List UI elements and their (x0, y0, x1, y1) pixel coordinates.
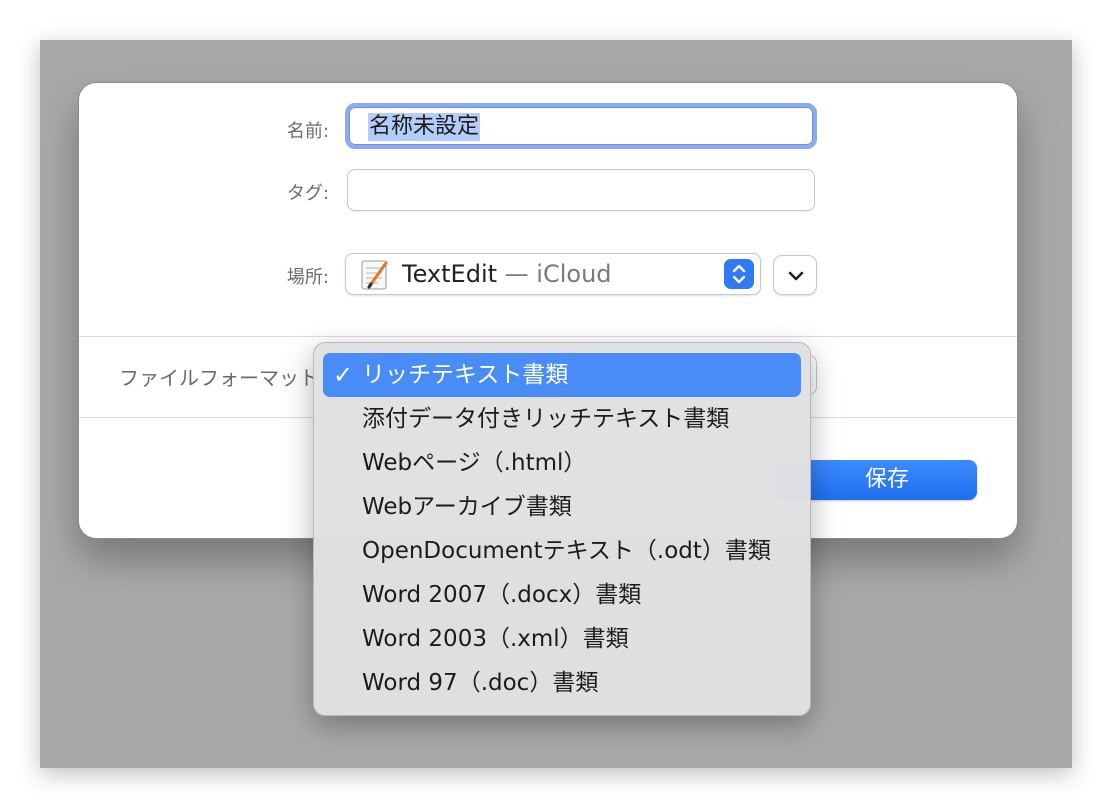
menu-item-html[interactable]: Webページ（.html） (323, 441, 801, 485)
file-format-label: ファイルフォーマット: (119, 366, 319, 390)
menu-item-label: Word 2003（.xml）書類 (362, 626, 629, 652)
file-format-menu: ✓ リッチテキスト書類 添付データ付きリッチテキスト書類 Webページ（.htm… (313, 342, 811, 716)
where-popup[interactable]: TextEdit — iCloud (345, 253, 761, 295)
menu-item-label: Word 2007（.docx）書類 (362, 582, 642, 608)
name-input-value: 名称未設定 (368, 113, 481, 141)
menu-item-odt[interactable]: OpenDocumentテキスト（.odt）書類 (323, 529, 801, 573)
menu-item-label: Webページ（.html） (362, 450, 587, 476)
tags-label: タグ: (286, 183, 329, 204)
menu-item-rtf[interactable]: ✓ リッチテキスト書類 (323, 353, 801, 397)
textedit-document-icon (361, 260, 388, 290)
menu-item-docx[interactable]: Word 2007（.docx）書類 (323, 573, 801, 617)
where-location: — iCloud (504, 260, 612, 288)
menu-item-label: リッチテキスト書類 (362, 362, 569, 388)
menu-item-doc[interactable]: Word 97（.doc）書類 (323, 661, 801, 705)
expand-dialog-button[interactable] (773, 255, 817, 295)
menu-item-rtfd[interactable]: 添付データ付きリッチテキスト書類 (323, 397, 801, 441)
name-input[interactable]: 名称未設定 (345, 103, 817, 149)
section-divider-top (79, 336, 1017, 337)
up-down-chevron-icon (724, 259, 754, 289)
menu-item-label: 添付データ付きリッチテキスト書類 (362, 406, 730, 432)
name-label: 名前: (286, 121, 329, 142)
menu-item-label: OpenDocumentテキスト（.odt）書類 (362, 538, 771, 564)
menu-item-label: Webアーカイブ書類 (362, 494, 572, 520)
menu-item-webarchive[interactable]: Webアーカイブ書類 (323, 485, 801, 529)
where-label: 場所: (286, 267, 329, 288)
checkmark-icon: ✓ (333, 361, 354, 389)
where-app-name: TextEdit (402, 260, 498, 288)
chevron-down-icon (788, 271, 804, 281)
save-button-label: 保存 (865, 467, 910, 492)
menu-item-xml[interactable]: Word 2003（.xml）書類 (323, 617, 801, 661)
tags-input[interactable] (347, 169, 815, 211)
menu-item-label: Word 97（.doc）書類 (362, 670, 599, 696)
